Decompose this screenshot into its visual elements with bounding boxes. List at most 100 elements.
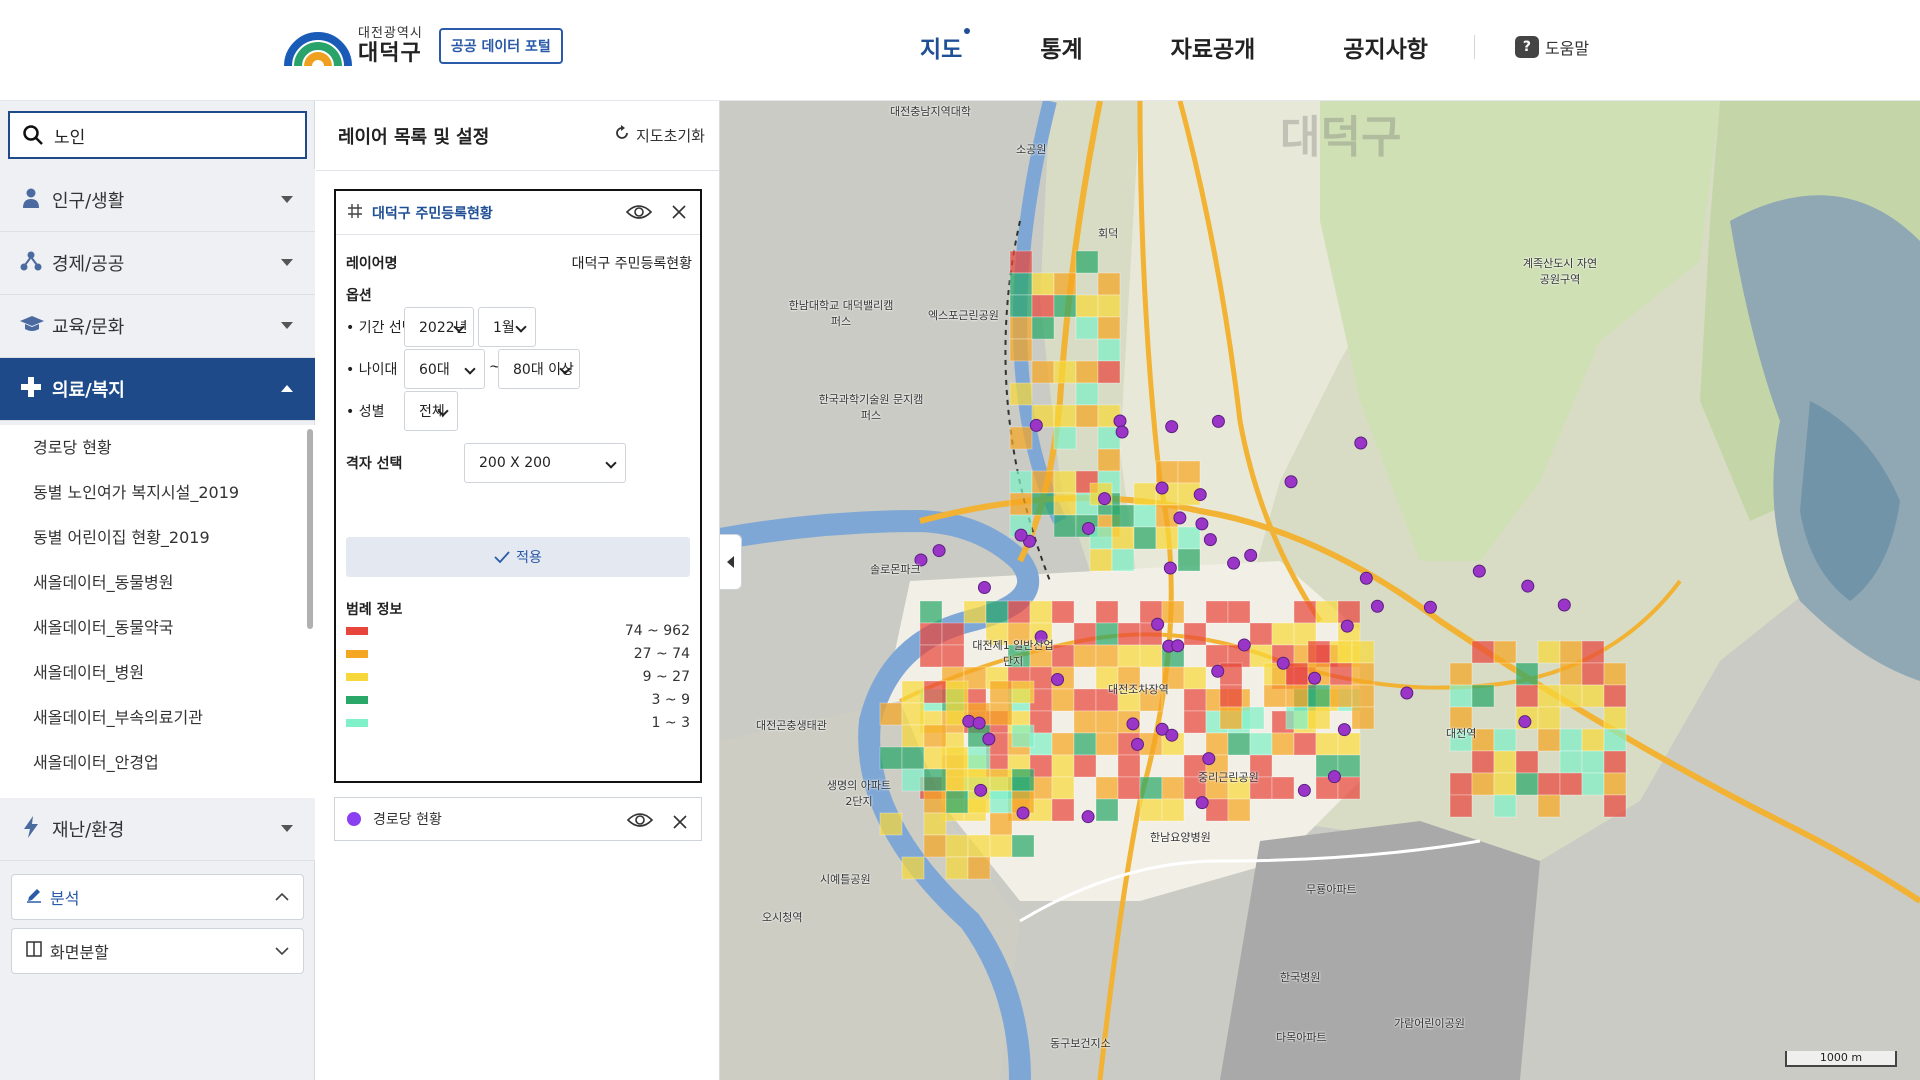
senior-center-marker[interactable] [1202, 752, 1216, 766]
portal-badge[interactable]: 공공 데이터 포털 [438, 28, 563, 64]
heat-cell[interactable] [1009, 338, 1033, 362]
heat-cell[interactable] [1007, 600, 1031, 624]
close-icon[interactable] [672, 200, 686, 224]
senior-center-marker[interactable] [1297, 783, 1311, 797]
heat-cell[interactable] [1581, 750, 1605, 774]
heat-cell[interactable] [1095, 798, 1119, 822]
heat-cell[interactable] [1031, 360, 1055, 384]
heat-cell[interactable] [1095, 732, 1119, 756]
heat-cell[interactable] [1031, 492, 1055, 516]
heat-cell[interactable] [1285, 662, 1309, 686]
nav-data-release[interactable]: 자료공개 [1171, 30, 1256, 64]
heat-cell[interactable] [1329, 684, 1353, 708]
category-medical-welfare[interactable]: 의료/복지 [0, 358, 315, 421]
heat-cell[interactable] [1493, 772, 1517, 796]
heat-cell[interactable] [1205, 600, 1229, 624]
heat-cell[interactable] [1205, 732, 1229, 756]
heat-cell[interactable] [1227, 732, 1251, 756]
category-education[interactable]: 교육/문화 [0, 295, 315, 358]
heat-cell[interactable] [879, 746, 903, 770]
heat-cell[interactable] [1075, 382, 1099, 406]
heat-cell[interactable] [1051, 754, 1075, 778]
heat-cell[interactable] [1051, 732, 1075, 756]
heat-cell[interactable] [901, 746, 925, 770]
heat-cell[interactable] [1337, 754, 1361, 778]
heat-cell[interactable] [1449, 662, 1473, 686]
senior-center-marker[interactable] [1126, 717, 1140, 731]
heat-cell[interactable] [901, 768, 925, 792]
heat-cell[interactable] [1133, 482, 1157, 506]
heat-cell[interactable] [1053, 272, 1077, 296]
heat-cell[interactable] [1073, 644, 1097, 668]
scrollbar[interactable] [307, 429, 313, 629]
heat-cell[interactable] [1009, 316, 1033, 340]
heat-cell[interactable] [1009, 272, 1033, 296]
analysis-button[interactable]: 분석 [11, 874, 304, 920]
heat-cell[interactable] [1219, 706, 1243, 730]
senior-center-marker[interactable] [1014, 528, 1028, 542]
heat-cell[interactable] [1227, 600, 1251, 624]
senior-center-marker[interactable] [1227, 556, 1241, 570]
heat-cell[interactable] [1559, 640, 1583, 664]
heat-cell[interactable] [1449, 684, 1473, 708]
heat-cell[interactable] [1351, 640, 1375, 664]
heat-cell[interactable] [1133, 504, 1157, 528]
heat-cell[interactable] [1051, 798, 1075, 822]
heat-cell[interactable] [1177, 526, 1201, 550]
senior-center-marker[interactable] [1354, 436, 1368, 450]
heat-cell[interactable] [1097, 294, 1121, 318]
senior-center-marker[interactable] [1244, 548, 1258, 562]
heat-cell[interactable] [1139, 644, 1163, 668]
heat-cell[interactable] [1073, 710, 1097, 734]
heat-cell[interactable] [989, 834, 1013, 858]
heat-cell[interactable] [1051, 776, 1075, 800]
heat-cell[interactable] [1493, 728, 1517, 752]
heat-cell[interactable] [1009, 382, 1033, 406]
gender-select[interactable]: 전체 [404, 391, 458, 431]
heat-cell[interactable] [1471, 750, 1495, 774]
heat-cell[interactable] [901, 702, 925, 726]
heat-cell[interactable] [1249, 622, 1273, 646]
close-icon[interactable] [673, 810, 687, 834]
panel-collapse-button[interactable] [720, 534, 742, 590]
heat-cell[interactable] [1603, 750, 1627, 774]
nav-map[interactable]: 지도 [920, 28, 971, 64]
heat-cell[interactable] [1053, 492, 1077, 516]
heat-cell[interactable] [1075, 250, 1099, 274]
senior-center-marker[interactable] [1081, 521, 1095, 535]
heat-cell[interactable] [1111, 526, 1135, 550]
heat-cell[interactable] [1097, 360, 1121, 384]
heat-cell[interactable] [1053, 294, 1077, 318]
heat-cell[interactable] [1073, 622, 1097, 646]
senior-center-marker[interactable] [1359, 571, 1373, 585]
heat-cell[interactable] [1307, 706, 1331, 730]
senior-center-marker[interactable] [1327, 770, 1341, 784]
nav-statistics[interactable]: 통계 [1040, 30, 1082, 64]
senior-center-marker[interactable] [1173, 511, 1187, 525]
sub-item[interactable]: 경로당 현황 [0, 425, 315, 470]
heat-cell[interactable] [1271, 732, 1295, 756]
heat-cell[interactable] [985, 600, 1009, 624]
heat-cell[interactable] [1603, 684, 1627, 708]
heat-cell[interactable] [901, 856, 925, 880]
heat-cell[interactable] [923, 790, 947, 814]
heat-cell[interactable] [1581, 684, 1605, 708]
heat-cell[interactable] [1337, 776, 1361, 800]
heat-cell[interactable] [1075, 294, 1099, 318]
heat-cell[interactable] [989, 790, 1013, 814]
senior-center-marker[interactable] [1165, 728, 1179, 742]
senior-center-marker[interactable] [1115, 425, 1129, 439]
senior-center-marker[interactable] [1171, 639, 1185, 653]
heat-cell[interactable] [989, 702, 1013, 726]
heat-cell[interactable] [1471, 684, 1495, 708]
senior-center-marker[interactable] [1203, 533, 1217, 547]
heat-cell[interactable] [1177, 548, 1201, 572]
heat-cell[interactable] [1537, 706, 1561, 730]
heat-cell[interactable] [1249, 732, 1273, 756]
senior-center-marker[interactable] [1211, 664, 1225, 678]
eye-icon[interactable] [626, 811, 654, 833]
senior-center-marker[interactable] [1284, 475, 1298, 489]
heat-cell[interactable] [923, 812, 947, 836]
senior-center-marker[interactable] [1211, 414, 1225, 428]
heat-cell[interactable] [901, 724, 925, 748]
